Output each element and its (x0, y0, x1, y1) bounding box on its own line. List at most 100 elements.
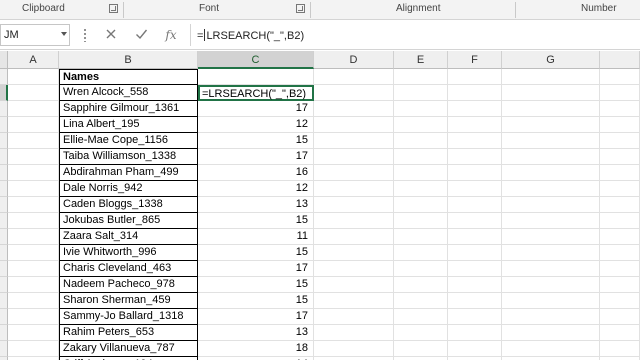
grid-cell[interactable] (314, 117, 394, 133)
result-cell[interactable]: 15 (198, 277, 314, 293)
grid-cell[interactable] (502, 101, 600, 117)
grid-cell[interactable] (600, 277, 640, 293)
row-header[interactable] (0, 245, 8, 261)
result-cell[interactable]: 12 (198, 181, 314, 197)
grid-cell[interactable] (8, 325, 59, 341)
grid-cell[interactable] (8, 213, 59, 229)
grid-cell[interactable] (448, 309, 502, 325)
name-cell[interactable]: Ivie Whitworth_996 (59, 245, 198, 261)
grid-cell[interactable] (502, 85, 600, 101)
result-cell[interactable]: 13 (198, 325, 314, 341)
grid-cell[interactable] (600, 85, 640, 101)
row-header[interactable] (0, 181, 8, 197)
grid-cell[interactable] (8, 69, 59, 85)
grid-cell[interactable] (8, 245, 59, 261)
grid-cell[interactable] (8, 229, 59, 245)
name-box[interactable]: JM (0, 24, 70, 46)
enter-button[interactable] (132, 26, 150, 44)
worksheet-grid[interactable]: A B C D E F G Names Wren Alcock_558 =LRSEA… (0, 51, 640, 360)
grid-cell[interactable] (502, 261, 600, 277)
row-header[interactable] (0, 277, 8, 293)
grid-cell[interactable] (600, 133, 640, 149)
grid-cell[interactable] (502, 133, 600, 149)
grid-cell[interactable] (502, 117, 600, 133)
chevron-down-icon[interactable] (61, 32, 67, 36)
grid-cell[interactable] (448, 229, 502, 245)
name-cell[interactable]: Zaara Salt_314 (59, 229, 198, 245)
grid-cell[interactable] (600, 197, 640, 213)
grid-cell[interactable] (600, 149, 640, 165)
grid-cell[interactable] (314, 277, 394, 293)
result-cell[interactable]: 18 (198, 341, 314, 357)
formula-input[interactable]: = LRSEARCH("_",B2) (190, 24, 640, 46)
grid-cell[interactable] (314, 341, 394, 357)
name-cell[interactable]: Sapphire Gilmour_1361 (59, 101, 198, 117)
name-cell[interactable]: Lina Albert_195 (59, 117, 198, 133)
grid-cell[interactable] (448, 69, 502, 85)
grid-cell[interactable] (314, 165, 394, 181)
row-header[interactable] (0, 101, 8, 117)
grid-cell[interactable] (8, 133, 59, 149)
grid-cell[interactable] (502, 197, 600, 213)
grid-cell[interactable] (394, 309, 448, 325)
grid-cell[interactable] (314, 133, 394, 149)
grid-cell[interactable] (8, 341, 59, 357)
row-header[interactable] (0, 149, 8, 165)
clipboard-dialog-launcher-icon[interactable] (109, 4, 118, 13)
grid-cell[interactable] (314, 69, 394, 85)
grid-cell[interactable] (8, 309, 59, 325)
grid-cell[interactable] (394, 213, 448, 229)
grid-cell[interactable] (448, 133, 502, 149)
name-cell[interactable]: Abdirahman Pham_499 (59, 165, 198, 181)
grid-cell[interactable] (448, 85, 502, 101)
name-cell[interactable]: Zakary Villanueva_787 (59, 341, 198, 357)
grid-cell[interactable] (394, 229, 448, 245)
grid-cell[interactable] (600, 69, 640, 85)
result-cell[interactable]: 13 (198, 197, 314, 213)
grid-cell[interactable] (394, 341, 448, 357)
grid-cell[interactable] (314, 261, 394, 277)
formula-bar-resize-handle[interactable] (84, 28, 86, 42)
row-header[interactable] (0, 309, 8, 325)
grid-cell[interactable] (314, 181, 394, 197)
row-header[interactable] (0, 293, 8, 309)
name-cell[interactable]: Dale Norris_942 (59, 181, 198, 197)
grid-cell[interactable] (448, 213, 502, 229)
result-cell[interactable]: 17 (198, 309, 314, 325)
result-cell[interactable]: 16 (198, 165, 314, 181)
grid-cell[interactable] (502, 165, 600, 181)
name-cell[interactable]: Sharon Sherman_459 (59, 293, 198, 309)
column-header-next[interactable] (600, 51, 640, 69)
result-cell[interactable]: 17 (198, 149, 314, 165)
grid-cell[interactable] (314, 213, 394, 229)
name-cell[interactable]: Caden Bloggs_1338 (59, 197, 198, 213)
grid-cell[interactable] (314, 149, 394, 165)
grid-cell[interactable] (600, 229, 640, 245)
grid-cell[interactable] (502, 325, 600, 341)
grid-cell[interactable] (394, 165, 448, 181)
result-cell[interactable]: 17 (198, 261, 314, 277)
grid-cell[interactable] (600, 213, 640, 229)
name-cell[interactable]: Nadeem Pacheco_978 (59, 277, 198, 293)
column-header-b[interactable]: B (59, 51, 198, 69)
row-header[interactable] (0, 165, 8, 181)
grid-cell[interactable] (394, 101, 448, 117)
name-cell[interactable]: Wren Alcock_558 (59, 85, 198, 101)
row-header[interactable] (0, 325, 8, 341)
grid-cell[interactable] (394, 181, 448, 197)
row-header[interactable] (0, 117, 8, 133)
grid-cell[interactable] (8, 117, 59, 133)
name-cell[interactable]: Sammy-Jo Ballard_1318 (59, 309, 198, 325)
grid-cell[interactable] (394, 197, 448, 213)
grid-cell[interactable] (8, 149, 59, 165)
result-cell[interactable]: 15 (198, 293, 314, 309)
grid-cell[interactable] (394, 85, 448, 101)
name-cell[interactable]: Ellie-Mae Cope_1156 (59, 133, 198, 149)
grid-cell[interactable] (314, 229, 394, 245)
row-header[interactable] (0, 85, 8, 101)
grid-cell[interactable] (502, 149, 600, 165)
grid-cell[interactable] (394, 245, 448, 261)
result-cell[interactable] (198, 69, 314, 85)
grid-cell[interactable] (448, 293, 502, 309)
grid-cell[interactable] (502, 245, 600, 261)
